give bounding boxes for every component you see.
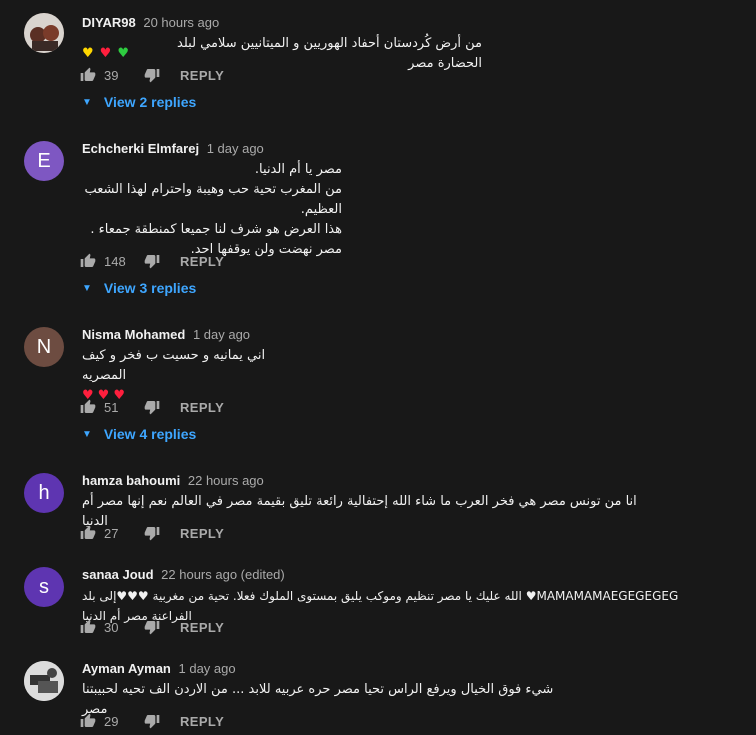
thumbs-down-icon[interactable] <box>142 711 162 731</box>
avatar[interactable]: N <box>24 327 64 367</box>
reply-button[interactable]: REPLY <box>180 68 224 83</box>
comment-header: hamza bahoumi 22 hours ago <box>82 473 264 488</box>
avatar[interactable]: h <box>24 473 64 513</box>
like-count: 27 <box>104 525 119 541</box>
green-heart-icon: ♥ <box>117 46 129 61</box>
like-count: 29 <box>104 713 119 729</box>
thumbs-up-icon[interactable] <box>78 711 98 731</box>
reply-button[interactable]: REPLY <box>180 714 224 729</box>
like-count: 148 <box>104 253 126 269</box>
view-replies-label: View 2 replies <box>103 94 197 110</box>
comment-timestamp[interactable]: 1 day ago <box>179 661 236 676</box>
comment-line: اني يمانيه و حسيت ب فخر و كيف المصريه <box>82 348 266 383</box>
avatar[interactable] <box>24 661 64 701</box>
comment-timestamp[interactable]: 20 hours ago <box>143 15 219 30</box>
comment-text: مصر يا أم الدنيا. من المغرب تحية حب وهيب… <box>82 160 343 260</box>
comment-header: Nisma Mohamed 1 day ago <box>82 327 250 342</box>
author-name[interactable]: sanaa Joud <box>82 567 154 582</box>
thumbs-down-icon[interactable] <box>142 397 162 417</box>
thumbs-up-icon[interactable] <box>78 251 98 271</box>
reply-button[interactable]: REPLY <box>180 254 224 269</box>
like-count: 39 <box>104 67 119 83</box>
avatar-image-icon <box>24 661 64 701</box>
thumbs-up-icon[interactable] <box>78 617 98 637</box>
reply-button[interactable]: REPLY <box>180 526 224 541</box>
comment-timestamp[interactable]: 1 day ago <box>193 327 250 342</box>
caret-down-icon: ▼ <box>82 282 92 294</box>
comment-line: من المغرب تحية حب وهيبة واحترام لهذا الش… <box>84 182 343 217</box>
thumbs-down-icon[interactable] <box>142 65 162 85</box>
comment-line: هذا العرض هو شرف لنا جميعا كمنطقة جمعاء … <box>90 222 342 237</box>
thumbs-up-icon[interactable] <box>78 523 98 543</box>
reply-button[interactable]: REPLY <box>180 400 224 415</box>
view-replies-button[interactable]: ▼ View 3 replies <box>82 280 196 296</box>
view-replies-button[interactable]: ▼ View 4 replies <box>82 426 196 442</box>
thumbs-up-icon[interactable] <box>78 65 98 85</box>
avatar-image-icon <box>24 13 64 53</box>
thumbs-down-icon[interactable] <box>142 251 162 271</box>
comment-actions: 39 REPLY <box>78 63 224 87</box>
caret-down-icon: ▼ <box>82 96 92 108</box>
comment-header: DIYAR98 20 hours ago <box>82 15 219 30</box>
caret-down-icon: ▼ <box>82 428 92 440</box>
author-name[interactable]: Nisma Mohamed <box>82 327 185 342</box>
comment-line: مصر يا أم الدنيا. <box>254 162 342 177</box>
comment-header: Echcherki Elmfarej 1 day ago <box>82 141 264 156</box>
view-replies-label: View 4 replies <box>103 426 197 442</box>
thumbs-up-icon[interactable] <box>78 397 98 417</box>
avatar-letter: h <box>38 481 50 504</box>
comment-timestamp[interactable]: 22 hours ago <box>188 473 264 488</box>
avatar[interactable]: E <box>24 141 64 181</box>
comment-actions: 27 REPLY <box>78 521 224 545</box>
comment-timestamp[interactable]: 22 hours ago (edited) <box>161 567 285 582</box>
avatar[interactable]: s <box>24 567 64 607</box>
comment-actions: 30 REPLY <box>78 615 224 639</box>
view-replies-button[interactable]: ▼ View 2 replies <box>82 94 196 110</box>
view-replies-label: View 3 replies <box>103 280 197 296</box>
thumbs-down-icon[interactable] <box>142 617 162 637</box>
red-heart-icon: ♥ <box>99 46 112 61</box>
avatar-letter: N <box>36 335 52 358</box>
avatar[interactable] <box>24 13 64 53</box>
thumbs-down-icon[interactable] <box>142 523 162 543</box>
author-name[interactable]: DIYAR98 <box>82 15 136 30</box>
yellow-heart-icon: ♥ <box>82 46 94 61</box>
like-count: 30 <box>104 619 119 635</box>
author-name[interactable]: hamza bahoumi <box>82 473 180 488</box>
comment-actions: 148 REPLY <box>78 249 224 273</box>
comment-actions: 29 REPLY <box>78 709 224 733</box>
avatar-letter: E <box>37 149 51 172</box>
like-count: 51 <box>104 399 119 415</box>
reply-button[interactable]: REPLY <box>180 620 224 635</box>
comment-header: sanaa Joud 22 hours ago (edited) <box>82 567 285 582</box>
comment-actions: 51 REPLY <box>78 395 224 419</box>
author-name[interactable]: Ayman Ayman <box>82 661 171 676</box>
comment-header: Ayman Ayman 1 day ago <box>82 661 236 676</box>
avatar-letter: s <box>39 575 49 598</box>
author-name[interactable]: Echcherki Elmfarej <box>82 141 199 156</box>
comment-timestamp[interactable]: 1 day ago <box>207 141 264 156</box>
